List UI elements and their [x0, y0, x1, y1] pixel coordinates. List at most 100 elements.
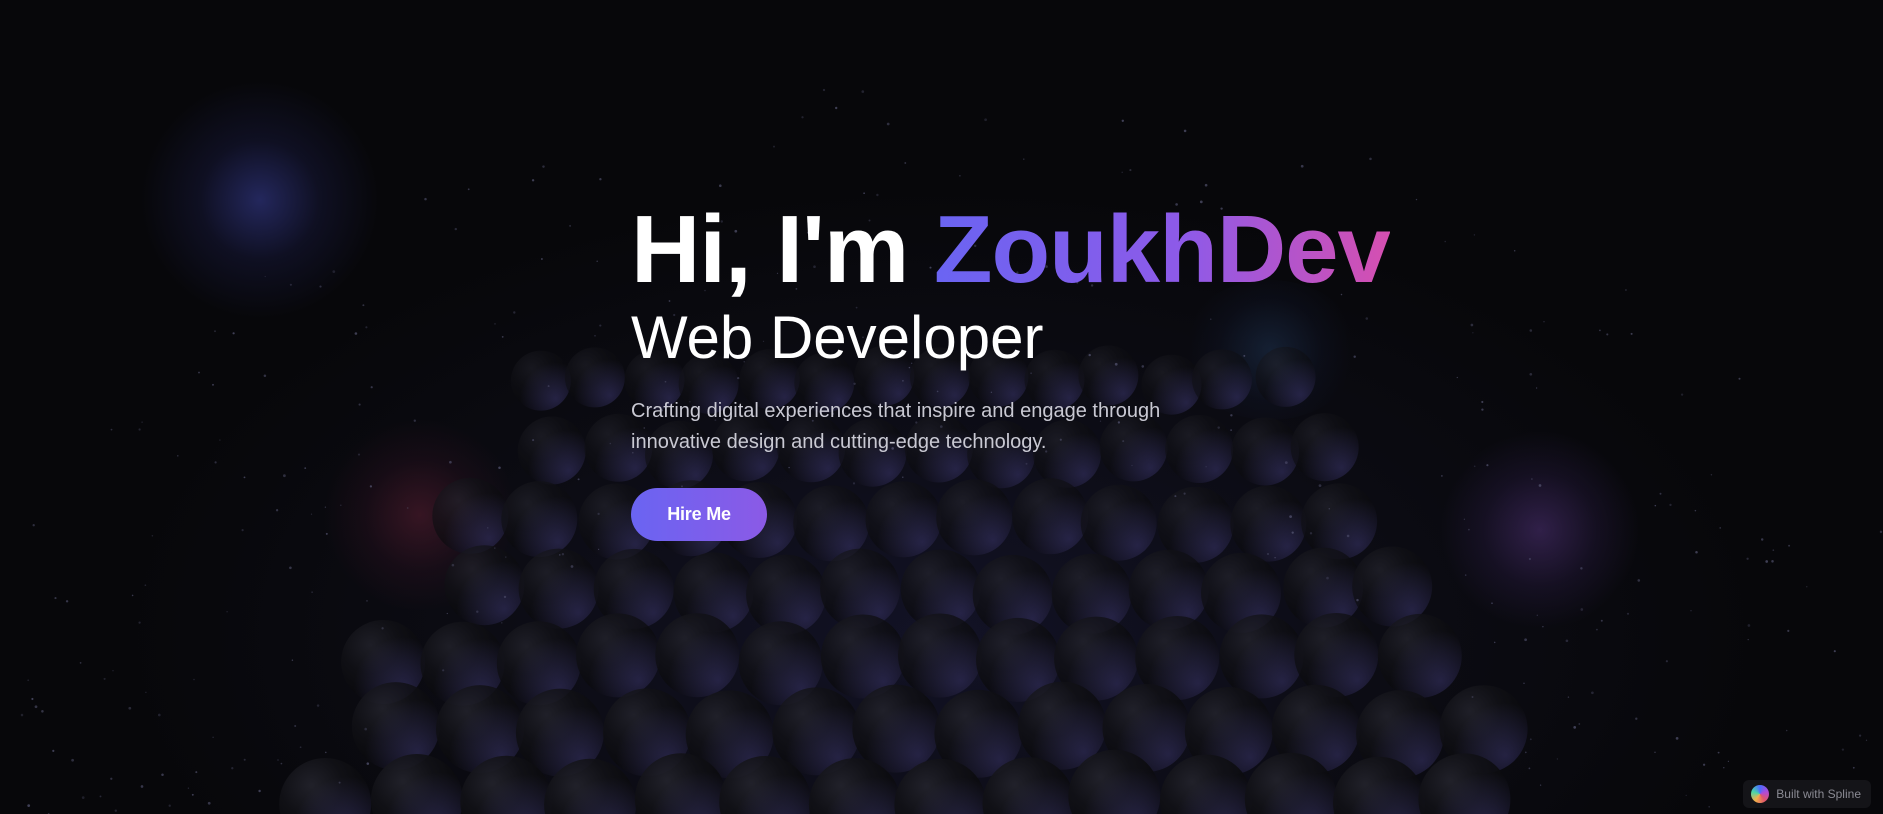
- sphere: [1068, 749, 1161, 814]
- particle: [219, 439, 221, 441]
- sphere: [1018, 681, 1107, 770]
- sphere: [510, 350, 571, 411]
- particle: [1356, 598, 1359, 602]
- particle: [138, 621, 141, 624]
- built-with-spline-badge[interactable]: Built with Spline: [1743, 780, 1871, 808]
- particle: [1788, 544, 1791, 547]
- particle: [1326, 576, 1329, 580]
- particle: [54, 597, 57, 600]
- particle: [258, 789, 261, 793]
- particle: [214, 330, 216, 333]
- sphere: [1271, 684, 1360, 773]
- sphere-rim-light: [444, 545, 525, 626]
- particle: [110, 777, 113, 780]
- particle: [424, 197, 427, 201]
- sphere-rim-light: [852, 684, 941, 773]
- particle: [144, 584, 147, 587]
- sphere: [1439, 685, 1528, 774]
- hire-me-button[interactable]: Hire Me: [631, 488, 767, 541]
- particle: [65, 600, 69, 603]
- particle: [577, 478, 580, 481]
- particle: [505, 556, 507, 558]
- particle: [310, 513, 313, 515]
- particle: [340, 504, 342, 506]
- sphere: [852, 684, 941, 773]
- particle: [31, 697, 34, 701]
- particle: [187, 787, 190, 789]
- particle: [1654, 504, 1657, 507]
- sphere-rim-light: [1352, 546, 1433, 627]
- particle: [773, 145, 775, 148]
- particle: [1606, 333, 1609, 336]
- particle: [1669, 503, 1672, 507]
- particle: [476, 610, 479, 613]
- sphere: [279, 758, 372, 814]
- sphere-rim-light: [1439, 685, 1528, 774]
- particle: [597, 512, 600, 516]
- particle: [1129, 169, 1132, 172]
- sphere-rim-light: [1283, 547, 1364, 628]
- sphere: [603, 688, 691, 777]
- sphere: [685, 690, 774, 779]
- particle: [141, 421, 143, 423]
- particle: [1665, 660, 1668, 663]
- sphere: [1377, 613, 1462, 698]
- particle: [559, 554, 561, 556]
- particle: [1556, 758, 1559, 760]
- sphere: [982, 757, 1075, 814]
- particle: [79, 662, 82, 664]
- particle: [332, 270, 336, 273]
- particle: [157, 713, 161, 717]
- particle: [596, 260, 598, 262]
- particle: [304, 467, 307, 469]
- particle: [243, 758, 246, 761]
- particle: [41, 710, 44, 713]
- particle: [1747, 638, 1749, 641]
- particle: [112, 670, 114, 672]
- sphere: [1135, 616, 1220, 700]
- particle: [1600, 619, 1603, 622]
- particle: [1121, 119, 1124, 122]
- sphere: [544, 758, 637, 814]
- sphere-rim-light: [370, 754, 463, 814]
- particle: [52, 749, 55, 752]
- sphere-rim-light: [1356, 690, 1445, 779]
- particle: [364, 727, 368, 731]
- sphere-rim-light: [976, 617, 1060, 702]
- sphere-rim-light: [655, 613, 740, 698]
- particle: [1580, 608, 1584, 611]
- hero-tagline: Crafting digital experiences that inspir…: [631, 400, 1161, 453]
- particle: [494, 323, 496, 325]
- particle: [1535, 387, 1538, 389]
- sphere-rim-light: [1068, 749, 1161, 814]
- sphere-rim-light: [515, 688, 604, 777]
- particle: [280, 762, 283, 765]
- particle: [1471, 696, 1474, 698]
- particle: [540, 258, 543, 260]
- particle: [1719, 527, 1722, 529]
- particle: [264, 275, 266, 278]
- particle: [32, 524, 35, 527]
- particle: [1528, 557, 1532, 561]
- sphere-rim-light: [1219, 614, 1304, 699]
- role-title: Web Developer: [631, 304, 1044, 371]
- particle: [886, 122, 890, 126]
- particle: [959, 174, 961, 177]
- sphere-rim-light: [460, 755, 553, 814]
- sphere: [894, 758, 987, 814]
- particle: [599, 178, 602, 181]
- particle: [81, 796, 85, 799]
- sphere-rim-light: [501, 481, 578, 558]
- particle: [358, 403, 361, 406]
- particle: [366, 600, 368, 602]
- particle: [1595, 628, 1598, 631]
- sphere: [655, 613, 740, 698]
- sphere: [972, 554, 1053, 635]
- particle: [27, 804, 31, 807]
- particle: [1121, 171, 1123, 174]
- sphere-rim-light: [517, 416, 586, 485]
- sphere: [820, 614, 905, 699]
- sphere-rim-light: [1018, 681, 1107, 770]
- sphere-rim-light: [1377, 613, 1462, 698]
- sphere: [517, 416, 586, 485]
